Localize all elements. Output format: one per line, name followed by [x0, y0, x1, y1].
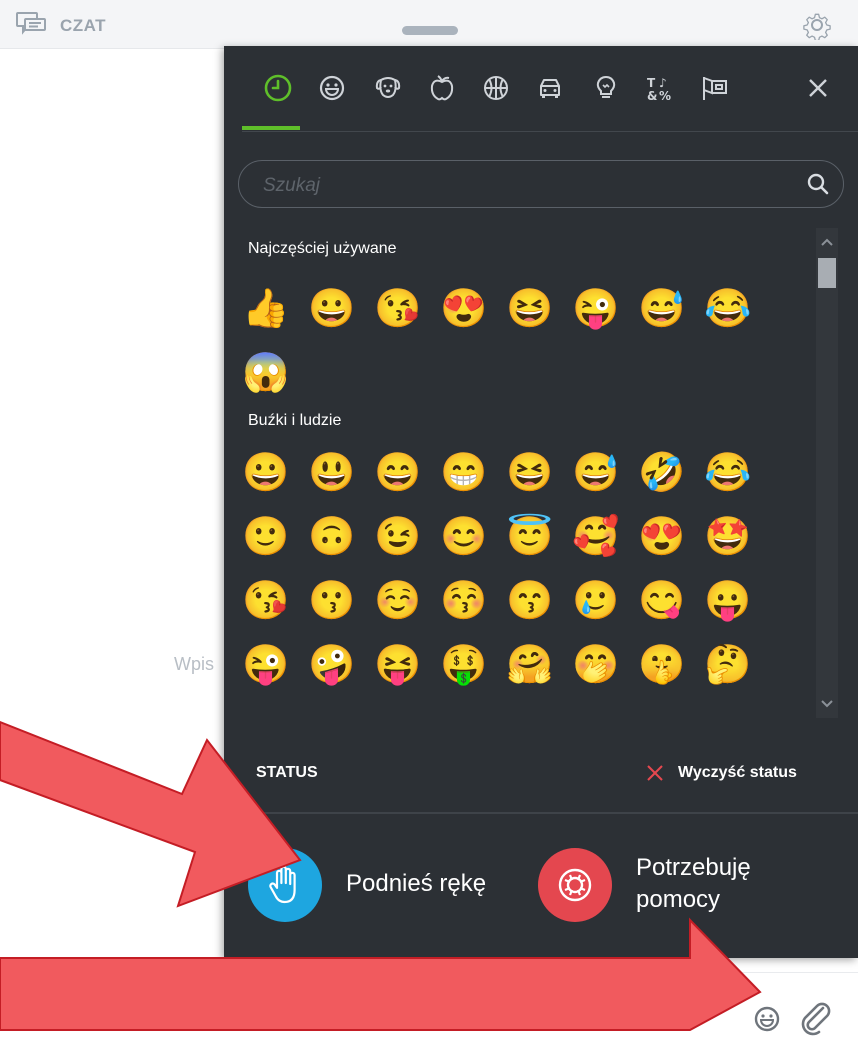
emoji-item[interactable]: 😂 [704, 286, 751, 332]
tab-symbols[interactable]: T ♪ & % [640, 66, 680, 110]
emoji-item[interactable]: 🤫 [638, 642, 685, 688]
svg-text:&: & [647, 89, 657, 103]
emoji-item[interactable]: 😂 [704, 450, 751, 496]
emoji-item[interactable]: 😝 [374, 642, 421, 688]
raise-hand-label: Podnieś rękę [346, 870, 487, 897]
emoji-item[interactable]: 😱 [242, 350, 289, 396]
emoji-item[interactable]: 🤔 [704, 642, 751, 688]
emoji-item[interactable]: 😃 [308, 450, 355, 496]
tab-smileys[interactable] [312, 66, 352, 110]
emoji-item[interactable]: 🤣 [638, 450, 685, 496]
need-help-button[interactable]: Potrzebuję pomocy [538, 840, 838, 940]
emoji-item[interactable]: 😄 [374, 450, 421, 496]
tab-objects[interactable] [586, 66, 626, 110]
need-help-label-line1: Potrzebuję [636, 854, 751, 881]
emoji-item[interactable]: 🤗 [506, 642, 553, 688]
raise-hand-button[interactable]: Podnieś rękę [248, 840, 538, 930]
svg-text:T: T [647, 76, 656, 90]
active-tab-indicator [242, 126, 300, 130]
emoji-item[interactable]: 🥲 [572, 578, 619, 624]
scrollbar-thumb[interactable] [818, 258, 836, 288]
message-input[interactable] [16, 1000, 720, 1026]
close-icon[interactable] [802, 72, 834, 104]
emoji-item[interactable]: 😅 [572, 450, 619, 496]
smiley-icon [319, 75, 345, 101]
emoji-item[interactable]: 😜 [242, 642, 289, 688]
emoji-scrollbar[interactable] [816, 228, 838, 718]
emoji-item[interactable]: 🤩 [704, 514, 751, 560]
section-label-smileys: Buźki i ludzie [248, 412, 342, 429]
emoji-item[interactable]: 😇 [506, 514, 553, 560]
search-input[interactable] [261, 173, 785, 199]
background-placeholder-text: Wpis [174, 654, 214, 674]
tab-flags[interactable] [694, 66, 734, 110]
status-divider [224, 812, 858, 814]
emoji-item[interactable]: 😋 [638, 578, 685, 624]
emoji-item[interactable]: 🙂 [242, 514, 289, 560]
emoji-item[interactable]: 😆 [506, 286, 553, 332]
hand-icon [269, 865, 296, 904]
chat-title: CZAT [60, 16, 107, 35]
flag-icon [703, 77, 727, 100]
emoji-item[interactable]: 😁 [440, 450, 487, 496]
emoji-item[interactable]: 😉 [374, 514, 421, 560]
chat-header: CZAT [0, 0, 858, 49]
dog-icon [375, 77, 401, 98]
car-icon [540, 79, 560, 98]
emoji-item[interactable]: 😍 [440, 286, 487, 332]
tab-recent[interactable] [258, 66, 298, 110]
emoji-item[interactable]: 😅 [638, 286, 685, 332]
raise-hand-icon-circle [248, 848, 322, 922]
clear-status-label: Wyczyść status [678, 764, 797, 781]
search-icon[interactable] [805, 171, 831, 197]
emoji-item[interactable]: 🤭 [572, 642, 619, 688]
emoji-item[interactable]: 😙 [506, 578, 553, 624]
chat-bubbles-icon [16, 12, 46, 35]
status-heading: STATUS [256, 764, 318, 781]
need-help-label-line2: pomocy [636, 886, 721, 913]
emoji-item[interactable]: 😗 [308, 578, 355, 624]
chevron-up-icon[interactable] [816, 232, 838, 254]
emoji-item[interactable]: 😀 [308, 286, 355, 332]
emoji-item[interactable]: 😆 [506, 450, 553, 496]
emoji-item[interactable]: 🤪 [308, 642, 355, 688]
tab-food[interactable] [422, 66, 462, 110]
emoji-item[interactable]: 😍 [638, 514, 685, 560]
section-label-frequent: Najczęściej używane [248, 240, 397, 257]
emoji-item[interactable]: 😘 [374, 286, 421, 332]
emoji-item[interactable]: 😀 [242, 450, 289, 496]
emoji-item[interactable]: 😜 [572, 286, 619, 332]
tab-animals[interactable] [368, 66, 408, 110]
need-help-icon-circle [538, 848, 612, 922]
emoji-item[interactable]: 😛 [704, 578, 751, 624]
lifebuoy-icon [558, 868, 592, 902]
gear-icon[interactable] [802, 10, 832, 40]
emoji-item[interactable]: 😊 [440, 514, 487, 560]
clear-status-button[interactable]: Wyczyść status [644, 758, 797, 788]
emoji-picker: T ♪ & % Najczęściej używane 👍 😀 😘 😍 😆 😜 😅 😂 😱 Bu… [224, 46, 858, 958]
basketball-icon [484, 76, 508, 100]
tabs-divider [242, 131, 858, 132]
emoji-item[interactable]: 🙃 [308, 514, 355, 560]
tab-activities[interactable] [476, 66, 516, 110]
clock-icon [264, 74, 292, 102]
symbols-icon: T ♪ & % [647, 76, 671, 103]
svg-text:%: % [659, 89, 671, 103]
emoji-item[interactable]: 😘 [242, 578, 289, 624]
emoji-item[interactable]: 🥰 [572, 514, 619, 560]
smiley-icon[interactable] [752, 1004, 782, 1034]
emoji-item[interactable]: ☺️ [374, 578, 421, 624]
chevron-down-icon[interactable] [816, 692, 838, 714]
emoji-item[interactable]: 😚 [440, 578, 487, 624]
emoji-item[interactable]: 🤑 [440, 642, 487, 688]
emoji-item[interactable]: 👍 [242, 286, 289, 332]
tab-travel[interactable] [530, 66, 570, 110]
close-icon [647, 765, 663, 781]
apple-icon [430, 75, 454, 101]
paperclip-icon[interactable] [796, 998, 836, 1038]
drag-handle[interactable] [402, 26, 458, 35]
emoji-search [238, 160, 844, 208]
lightbulb-icon [596, 75, 616, 98]
svg-text:♪: ♪ [659, 76, 667, 90]
